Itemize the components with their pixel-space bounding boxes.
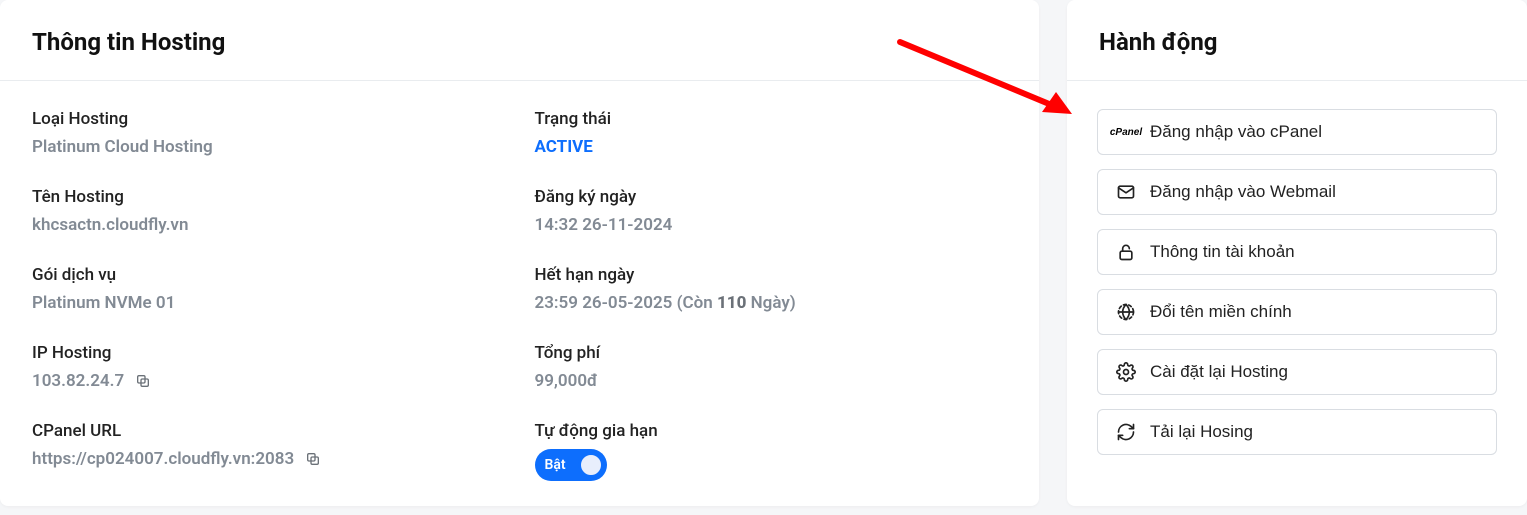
label: Loại Hosting [32,109,505,129]
label: IP Hosting [32,343,505,363]
info-expiry-date: Hết hạn ngày 23:59 26-05-2025 (Còn 110 N… [535,265,1008,313]
copy-icon[interactable] [304,450,322,468]
value: Platinum NVMe 01 [32,293,505,313]
label: CPanel URL [32,421,505,441]
value: 23:59 26-05-2025 (Còn 110 Ngày) [535,293,1008,313]
gear-icon [1116,362,1136,382]
action-label: Đổi tên miền chính [1150,302,1292,322]
hosting-info-header: Thông tin Hosting [0,0,1039,81]
info-status: Trạng thái ACTIVE [535,109,1008,157]
value: khcsactn.cloudfly.vn [32,215,505,235]
info-total-fee: Tổng phí 99,000đ [535,343,1008,391]
action-label: Tải lại Hosing [1150,422,1253,442]
action-label: Thông tin tài khoản [1150,242,1295,262]
action-label: Đăng nhập vào cPanel [1150,122,1322,142]
label: Tổng phí [535,343,1008,363]
value: 99,000đ [535,371,1008,391]
label: Gói dịch vụ [32,265,505,285]
lock-icon [1116,242,1136,262]
cpanel-icon: cPanel [1116,122,1136,142]
info-cpanel-url: CPanel URL https://cp024007.cloudfly.vn:… [32,421,505,481]
account-info-button[interactable]: Thông tin tài khoản [1097,229,1497,275]
label: Hết hạn ngày [535,265,1008,285]
value: 103.82.24.7 [32,371,124,391]
copy-icon[interactable] [134,372,152,390]
action-label: Cài đặt lại Hosting [1150,362,1288,382]
label: Tên Hosting [32,187,505,207]
value: Platinum Cloud Hosting [32,137,505,157]
info-registered-date: Đăng ký ngày 14:32 26-11-2024 [535,187,1008,235]
toggle-label: Bật [545,457,566,473]
info-ip: IP Hosting 103.82.24.7 [32,343,505,391]
value: ACTIVE [535,137,1008,157]
info-auto-renew: Tự động gia hạn Bật [535,421,1008,481]
info-package: Gói dịch vụ Platinum NVMe 01 [32,265,505,313]
reinstall-hosting-button[interactable]: Cài đặt lại Hosting [1097,349,1497,395]
change-domain-button[interactable]: Đổi tên miền chính [1097,289,1497,335]
mail-icon [1116,182,1136,202]
expiry-days: 110 [717,293,746,313]
value: https://cp024007.cloudfly.vn:2083 [32,449,294,469]
expiry-unit: Ngày) [746,293,795,313]
hosting-info-title: Thông tin Hosting [32,28,1007,56]
label: Đăng ký ngày [535,187,1008,207]
info-hosting-name: Tên Hosting khcsactn.cloudfly.vn [32,187,505,235]
login-cpanel-button[interactable]: cPanel Đăng nhập vào cPanel [1097,109,1497,155]
actions-panel: Hành động cPanel Đăng nhập vào cPanel Đă… [1067,0,1527,506]
action-label: Đăng nhập vào Webmail [1150,182,1336,202]
toggle-knob [578,452,604,478]
expiry-open: (Còn [677,293,717,313]
refresh-icon [1116,422,1136,442]
label: Tự động gia hạn [535,421,1008,441]
actions-title: Hành động [1099,28,1495,56]
globe-icon [1116,302,1136,322]
auto-renew-toggle[interactable]: Bật [535,449,607,481]
label: Trạng thái [535,109,1008,129]
login-webmail-button[interactable]: Đăng nhập vào Webmail [1097,169,1497,215]
reload-hosting-button[interactable]: Tải lại Hosing [1097,409,1497,455]
value: 14:32 26-11-2024 [535,215,1008,235]
hosting-info-panel: Thông tin Hosting Loại Hosting Platinum … [0,0,1039,506]
expiry-datetime: 23:59 26-05-2025 [535,293,673,313]
actions-header: Hành động [1067,0,1527,81]
info-hosting-type: Loại Hosting Platinum Cloud Hosting [32,109,505,157]
